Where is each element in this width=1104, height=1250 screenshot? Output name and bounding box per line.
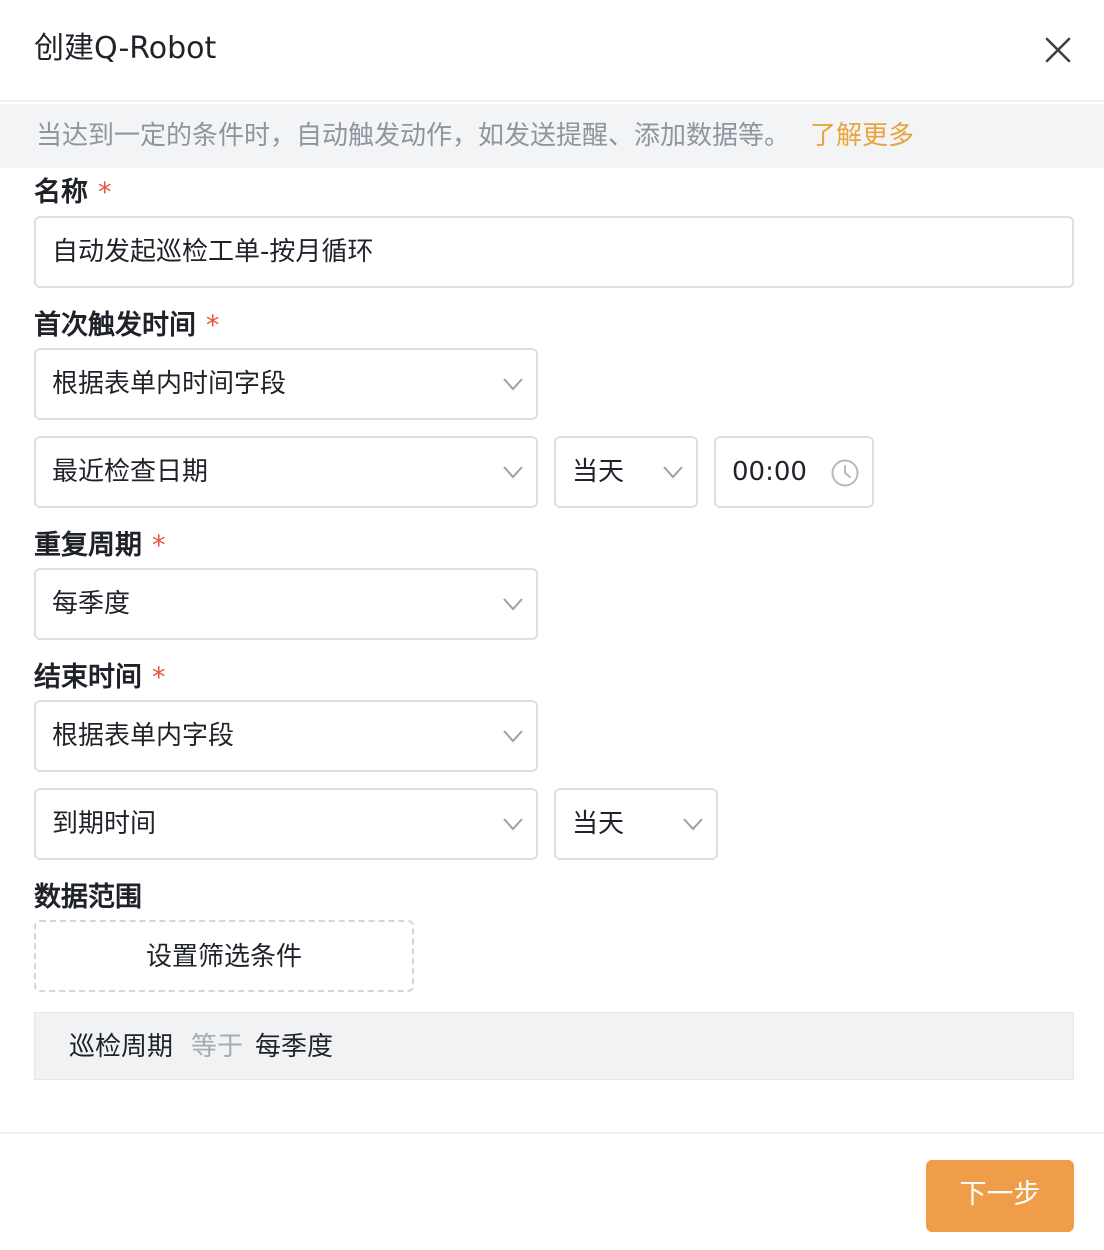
end-time-field-value: 到期时间 <box>52 809 157 839</box>
notice-text: 当达到一定的条件时，自动触发动作，如发送提醒、添加数据等。 <box>36 121 791 151</box>
create-robot-dialog: 创建Q-Robot 当达到一定的条件时，自动触发动作，如发送提醒、添加数据等。了… <box>0 0 1104 1250</box>
first-trigger-mode-select[interactable]: 根据表单内时间字段 <box>34 348 538 420</box>
set-filter-button-label: 设置筛选条件 <box>145 942 302 972</box>
first-trigger-mode-value: 根据表单内时间字段 <box>52 369 287 399</box>
repeat-select[interactable]: 每季度 <box>34 568 538 640</box>
chevron-down-icon <box>503 378 523 391</box>
required-mark: * <box>152 530 166 561</box>
dialog-footer: 下一步 <box>0 1132 1104 1250</box>
repeat-label: 重复周期 * <box>34 530 166 561</box>
required-mark: * <box>98 177 112 208</box>
chevron-down-icon <box>503 466 523 479</box>
chevron-down-icon <box>663 466 683 479</box>
data-range-label: 数据范围 <box>34 882 142 913</box>
chevron-down-icon <box>683 818 703 831</box>
chevron-down-icon <box>503 818 523 831</box>
next-step-button[interactable]: 下一步 <box>926 1160 1074 1232</box>
next-step-label: 下一步 <box>959 1179 1041 1210</box>
end-time-mode-select[interactable]: 根据表单内字段 <box>34 700 538 772</box>
name-input-value: 自动发起巡检工单-按月循环 <box>52 237 374 267</box>
end-time-mode-value: 根据表单内字段 <box>52 721 235 751</box>
end-time-label: 结束时间 * <box>34 662 166 693</box>
end-time-field-select[interactable]: 到期时间 <box>34 788 538 860</box>
required-mark: * <box>152 662 166 693</box>
end-time-offset-value: 当天 <box>572 809 625 839</box>
set-filter-button[interactable]: 设置筛选条件 <box>34 920 414 992</box>
name-label: 名称 * <box>34 177 112 208</box>
dialog-header: 创建Q-Robot <box>0 0 1104 102</box>
first-trigger-offset-select[interactable]: 当天 <box>554 436 698 508</box>
first-trigger-time-value: 00:00 <box>732 457 807 487</box>
filter-condition-row[interactable]: 巡检周期 等于 每季度 <box>34 1012 1074 1080</box>
close-icon[interactable] <box>1040 32 1076 68</box>
end-time-offset-select[interactable]: 当天 <box>554 788 718 860</box>
name-input[interactable]: 自动发起巡检工单-按月循环 <box>34 216 1074 288</box>
first-trigger-field-select[interactable]: 最近检查日期 <box>34 436 538 508</box>
condition-field: 巡检周期 <box>69 1032 174 1062</box>
learn-more-link[interactable]: 了解更多 <box>810 121 914 151</box>
condition-operator: 等于 <box>191 1032 244 1062</box>
condition-value: 每季度 <box>255 1032 334 1062</box>
first-trigger-time-picker[interactable]: 00:00 <box>714 436 874 508</box>
dialog-title: 创建Q-Robot <box>34 31 217 66</box>
repeat-value: 每季度 <box>52 589 131 619</box>
first-trigger-field-value: 最近检查日期 <box>52 457 209 487</box>
required-mark: * <box>206 310 220 341</box>
notice-bar: 当达到一定的条件时，自动触发动作，如发送提醒、添加数据等。 了解更多 <box>0 104 1104 168</box>
clock-icon <box>831 459 859 487</box>
chevron-down-icon <box>503 598 523 611</box>
first-trigger-offset-value: 当天 <box>572 457 625 487</box>
chevron-down-icon <box>503 730 523 743</box>
first-trigger-label: 首次触发时间 * <box>34 310 220 341</box>
